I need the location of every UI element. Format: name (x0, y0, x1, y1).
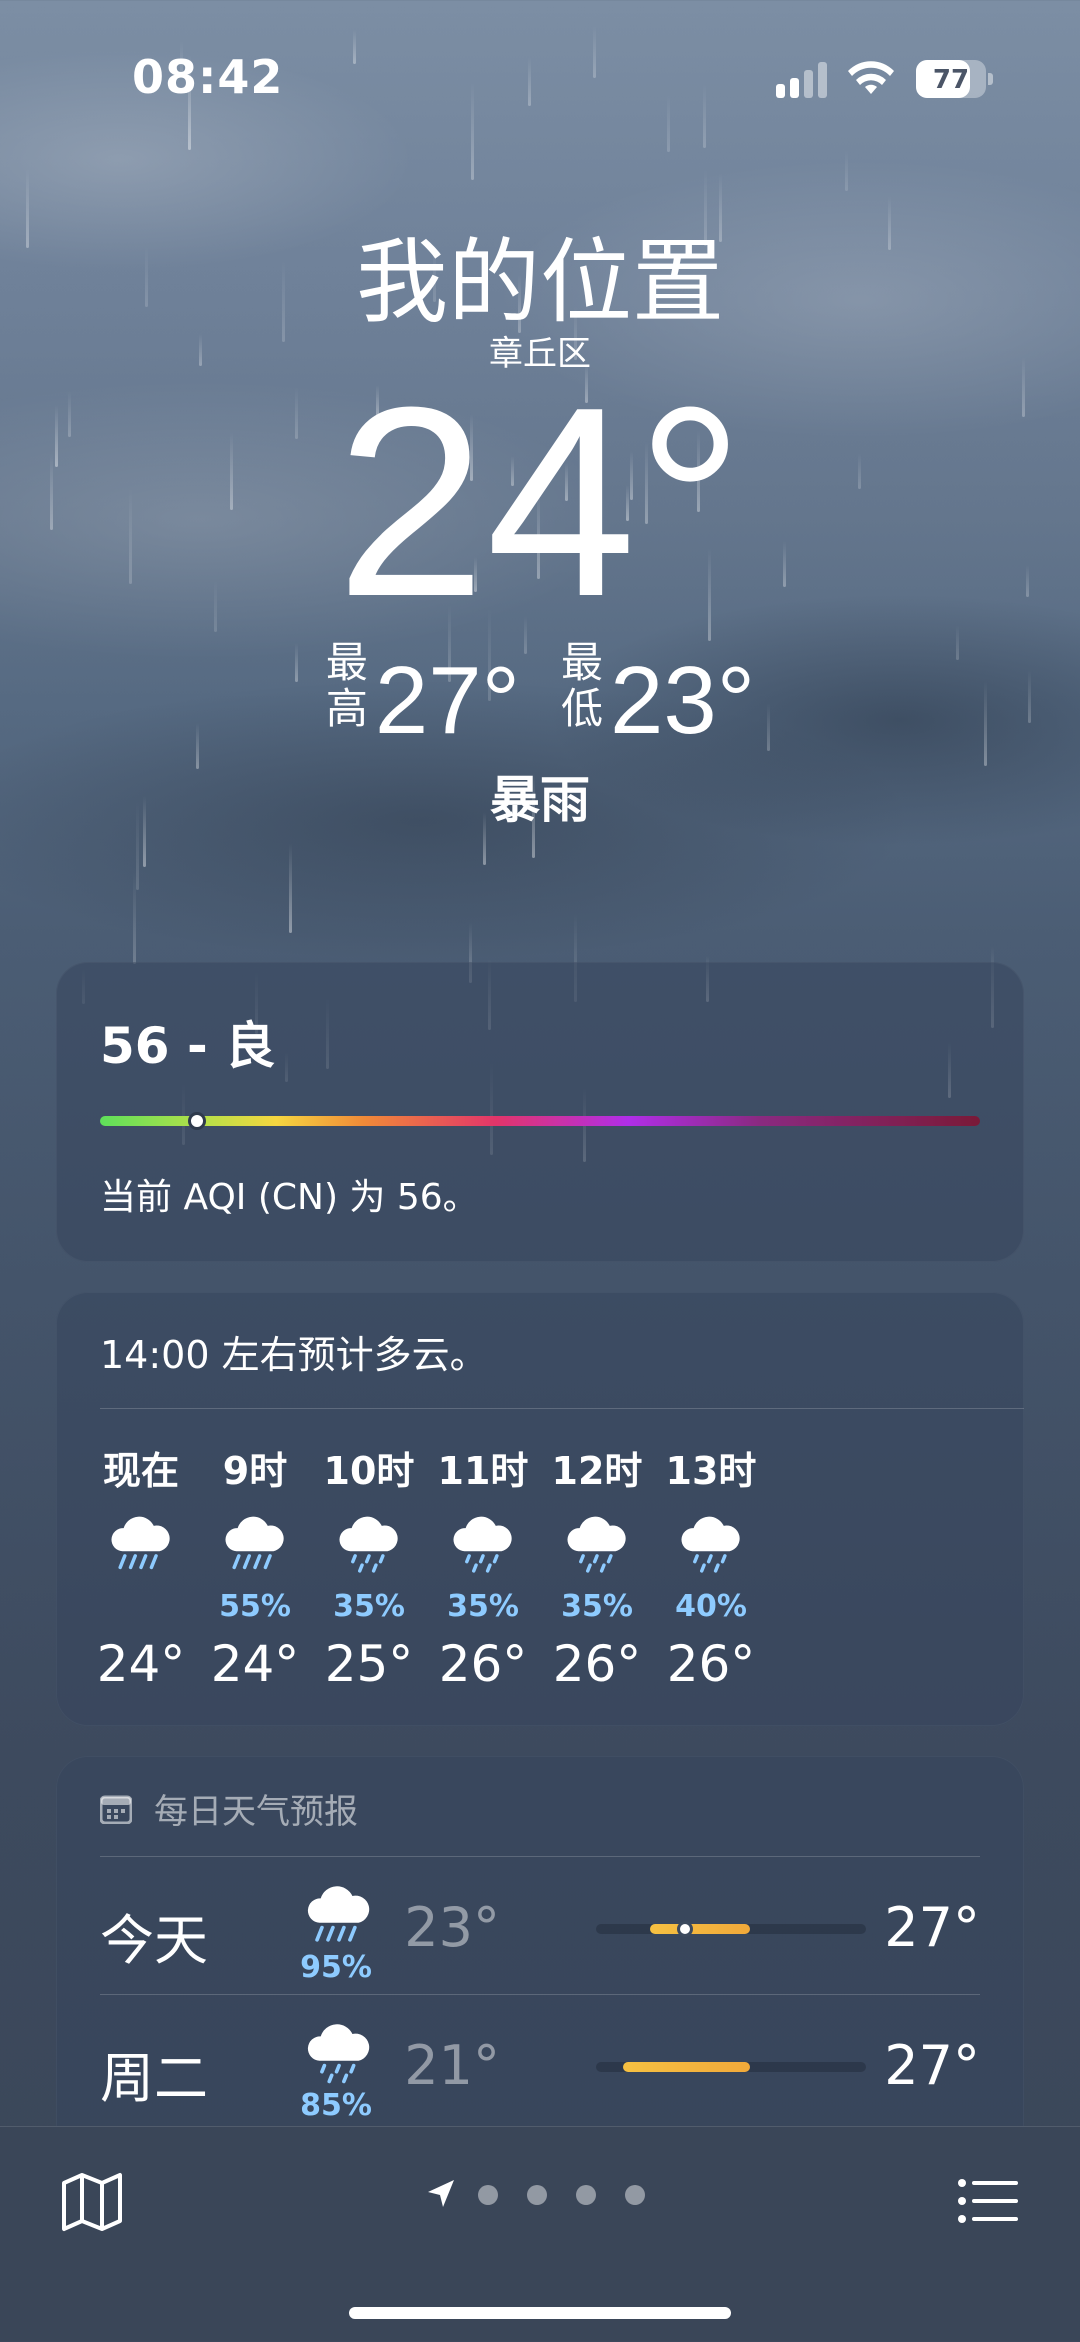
hour-label: 13时 (665, 1449, 757, 1493)
hour-temperature: 26° (666, 1635, 756, 1693)
rain-icon (681, 1516, 740, 1573)
temperature-range-bar (650, 1924, 750, 1934)
hourly-summary: 14:00 左右预计多云。 (100, 1333, 488, 1377)
high-low-temperatures: 最高27° 最低23° (0, 640, 1080, 756)
current-temp-marker (677, 1921, 694, 1937)
precip-chance: 95% (300, 1950, 372, 1985)
low-label: 最低 (560, 638, 603, 733)
wifi-icon (848, 61, 894, 94)
day-label: 周二 (100, 2047, 208, 2110)
hourly-forecast-card[interactable]: 14:00 左右预计多云。 现在 24° 9时 55% 24° 10时 35% 25° 11时 3… (56, 1292, 1024, 1726)
cellular-signal-icon (776, 62, 830, 98)
precip-chance: 85% (300, 2088, 372, 2123)
heavy-rain-icon (225, 1516, 284, 1570)
divider (100, 1408, 1024, 1409)
home-indicator[interactable] (349, 2307, 731, 2319)
aqi-indicator (187, 1112, 206, 1130)
temperature-range-bar (623, 2062, 750, 2072)
rain-icon (339, 1516, 398, 1573)
weather-condition: 暴雨 (490, 771, 590, 829)
day-label: 今天 (100, 1909, 208, 1972)
high-temperature: 27° (884, 2034, 980, 2097)
low-temperature: 23° (404, 1896, 500, 1959)
high-label: 最高 (325, 638, 368, 733)
map-icon[interactable] (60, 2169, 124, 2233)
battery-level: 77 (932, 65, 970, 95)
divider (100, 1994, 980, 1995)
daily-row[interactable]: 今天 95% 23° 27° (100, 1858, 980, 1996)
current-temperature: 24° (335, 352, 745, 653)
precip-chance: 40% (675, 1589, 747, 1624)
heavy-rain-icon (111, 1516, 170, 1570)
aqi-scale-bar (100, 1112, 980, 1130)
list-icon[interactable] (956, 2169, 1020, 2233)
daily-row[interactable]: 周二 85% 21° 27° (100, 1996, 980, 2134)
location-title: 我的位置 (355, 229, 724, 336)
daily-forecast-card[interactable]: 每日天气预报 今天 95% 23° 27° 周二 85% 21° 27° (56, 1756, 1024, 2156)
divider (100, 1856, 980, 1857)
temperature-range-track (596, 2062, 866, 2072)
low-temperature: 23° (610, 647, 756, 754)
battery-icon: 77 (916, 60, 993, 98)
page-dot[interactable] (527, 2185, 547, 2205)
rain-icon (453, 1516, 512, 1573)
temperature-range-track (596, 1921, 866, 1937)
page-dot[interactable] (625, 2185, 645, 2205)
rain-icon (307, 2024, 370, 2084)
high-temperature: 27° (884, 1896, 980, 1959)
high-temperature: 27° (374, 647, 520, 754)
hourly-item: 13时 40% 26° (636, 1440, 786, 1693)
heavy-rain-icon (307, 1886, 370, 1942)
aqi-value: 56 - 良 (100, 1017, 276, 1075)
rain-icon (567, 1516, 626, 1573)
page-indicator[interactable] (424, 2173, 664, 2221)
low-temperature: 21° (404, 2034, 500, 2097)
location-arrow-icon[interactable] (424, 2177, 458, 2211)
page-dot[interactable] (576, 2185, 596, 2205)
calendar-icon (100, 1795, 132, 1824)
bottom-toolbar (0, 2126, 1080, 2342)
aqi-description: 当前 AQI (CN) 为 56。 (100, 1177, 479, 1218)
page-dot[interactable] (478, 2185, 498, 2205)
daily-forecast-header: 每日天气预报 (154, 1792, 358, 1832)
status-time: 08:42 (132, 50, 284, 104)
air-quality-card[interactable]: 56 - 良 当前 AQI (CN) 为 56。 (56, 962, 1024, 1262)
